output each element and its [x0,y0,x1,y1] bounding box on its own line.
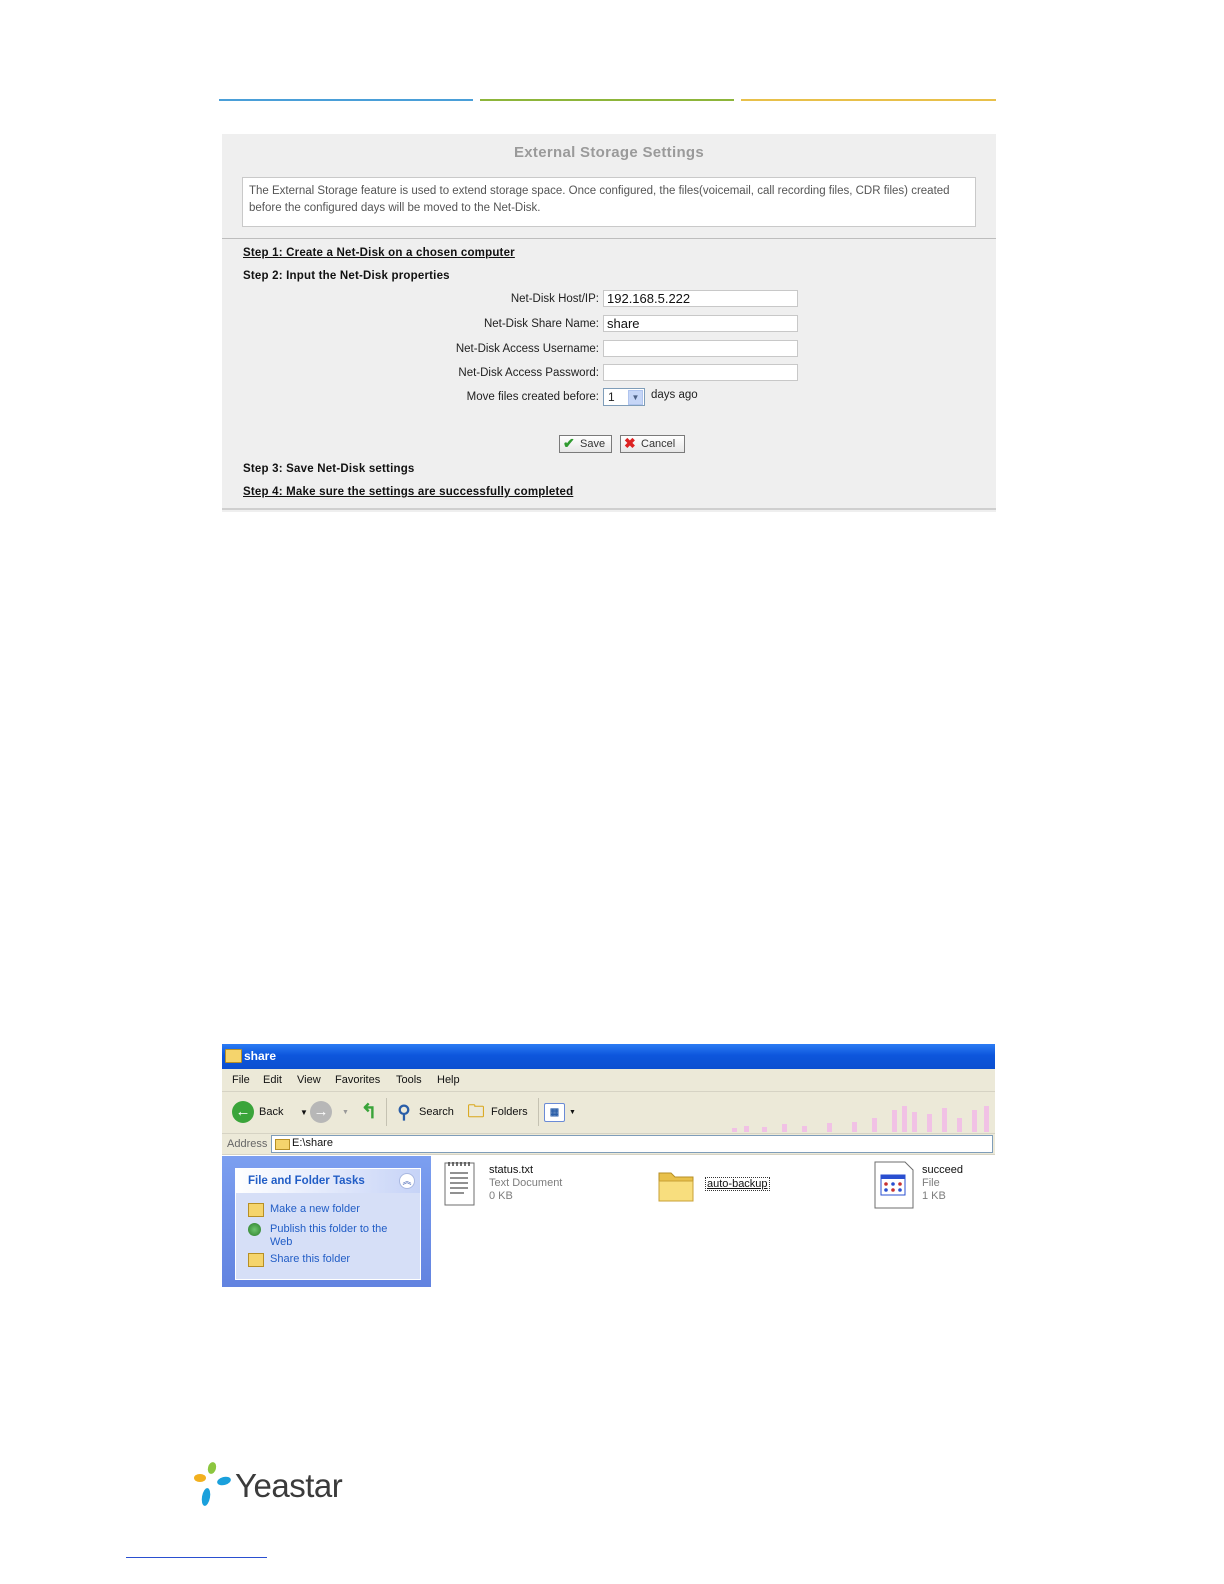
text-document-icon [444,1162,475,1206]
share-row: Net-Disk Share Name: [222,314,996,334]
menu-view[interactable]: View [297,1074,321,1086]
explorer-window: share File Edit View Favorites Tools Hel… [222,1044,995,1287]
file-icon [874,1161,914,1209]
back-arrow-icon: ← [232,1101,254,1123]
move-row: Move files created before: 1 ▼ days ago [222,387,996,407]
address-label: Address [227,1138,268,1150]
up-folder-icon: ↰ [360,1101,378,1123]
file-size: 1 KB [922,1190,946,1202]
move-label: Move files created before: [466,391,599,403]
views-button[interactable]: ▦ ▼ [544,1101,578,1125]
file-size: 0 KB [489,1190,513,1202]
back-dropdown-icon[interactable]: ▼ [300,1108,308,1117]
header-rule-blue [219,99,473,101]
password-row: Net-Disk Access Password: [222,363,996,383]
cancel-button[interactable]: ✖ Cancel [620,435,685,453]
standard-toolbar: ← Back ▼ → ▼ ↰ ⚲ Search 🗀 Folders ▦ ▼ [222,1092,995,1134]
folders-button[interactable]: 🗀 Folders [465,1101,531,1125]
days-select[interactable]: 1 ▼ [603,388,645,406]
chevron-down-icon[interactable]: ▼ [628,390,643,405]
window-title: share [244,1049,277,1063]
yeastar-logo-mark-icon [194,1462,231,1506]
toolbar-background-artifact [732,1102,995,1132]
folder-name: auto-backup [705,1177,770,1191]
tasks-title: File and Folder Tasks [248,1175,365,1187]
forward-dropdown-icon[interactable]: ▼ [342,1109,349,1116]
external-storage-panel: External Storage Settings The External S… [222,134,996,512]
menu-bar: File Edit View Favorites Tools Help [222,1069,995,1092]
host-row: Net-Disk Host/IP: [222,289,996,309]
toolbar-separator [538,1098,539,1126]
menu-tools[interactable]: Tools [396,1074,422,1086]
share-input[interactable] [603,315,798,332]
step1-link[interactable]: Step 1: Create a Net-Disk on a chosen co… [243,247,515,259]
yeastar-logo: Yeastar [192,1461,352,1509]
address-bar: Address E:\share [222,1134,995,1155]
folder-icon [225,1049,242,1063]
up-button[interactable]: ↰ [358,1101,382,1125]
host-input[interactable] [603,290,798,307]
file-item-succeed[interactable]: succeed File 1 KB [874,1161,994,1211]
days-ago-label: days ago [651,389,698,401]
footer-rule [126,1557,267,1558]
check-icon: ✔ [563,435,575,451]
host-label: Net-Disk Host/IP: [510,293,599,305]
file-name: succeed [922,1164,963,1176]
folder-icon [275,1139,290,1150]
new-folder-icon [248,1203,264,1217]
search-button[interactable]: ⚲ Search [393,1101,457,1125]
menu-edit[interactable]: Edit [263,1074,282,1086]
panel-divider [222,238,996,239]
forward-button[interactable]: → ▼ [310,1101,350,1125]
toolbar-separator [386,1098,387,1126]
panel-bottom-rule [222,508,996,510]
days-select-value: 1 [608,390,615,404]
panel-title: External Storage Settings [513,144,705,161]
password-label: Net-Disk Access Password: [458,367,599,379]
menu-favorites[interactable]: Favorites [335,1074,380,1086]
search-icon: ⚲ [397,1102,411,1122]
globe-icon [248,1223,261,1236]
share-label: Net-Disk Share Name: [483,318,599,330]
folder-item-auto-backup[interactable]: auto-backup [657,1161,787,1211]
share-folder-icon [248,1253,264,1267]
window-titlebar[interactable]: share [222,1044,995,1069]
menu-help[interactable]: Help [437,1074,460,1086]
address-field[interactable]: E:\share [271,1135,993,1153]
username-row: Net-Disk Access Username: [222,339,996,359]
file-item-status-txt[interactable]: status.txt Text Document 0 KB [444,1161,604,1211]
username-input[interactable] [603,340,798,357]
header-rule-yellow [741,99,996,101]
folder-icon [658,1172,694,1202]
file-type: File [922,1177,940,1189]
header-rule-green [480,99,734,101]
save-button[interactable]: ✔ Save [559,435,612,453]
password-input[interactable] [603,364,798,381]
folders-icon: 🗀 [467,1102,485,1121]
views-dropdown-icon[interactable]: ▼ [569,1109,576,1116]
step4-link[interactable]: Step 4: Make sure the settings are succe… [243,486,573,498]
address-path: E:\share [292,1137,333,1149]
file-folder-tasks-panel: File and Folder Tasks ︽ Make a new folde… [235,1168,421,1280]
tasks-header[interactable]: File and Folder Tasks ︽ [236,1169,420,1193]
username-label: Net-Disk Access Username: [455,343,599,355]
file-type: Text Document [489,1177,563,1189]
collapse-icon[interactable]: ︽ [399,1173,415,1189]
step2-heading: Step 2: Input the Net-Disk properties [243,270,450,282]
views-icon: ▦ [544,1103,565,1122]
logo-text: Yeastar [235,1467,343,1504]
forward-arrow-icon: → [310,1101,332,1123]
file-name: status.txt [489,1164,534,1176]
close-icon: ✖ [624,435,636,451]
back-button[interactable]: ← Back ▼ [232,1101,312,1125]
panel-description: The External Storage feature is used to … [242,177,976,227]
step3-heading: Step 3: Save Net-Disk settings [243,463,415,475]
menu-file[interactable]: File [232,1074,250,1086]
